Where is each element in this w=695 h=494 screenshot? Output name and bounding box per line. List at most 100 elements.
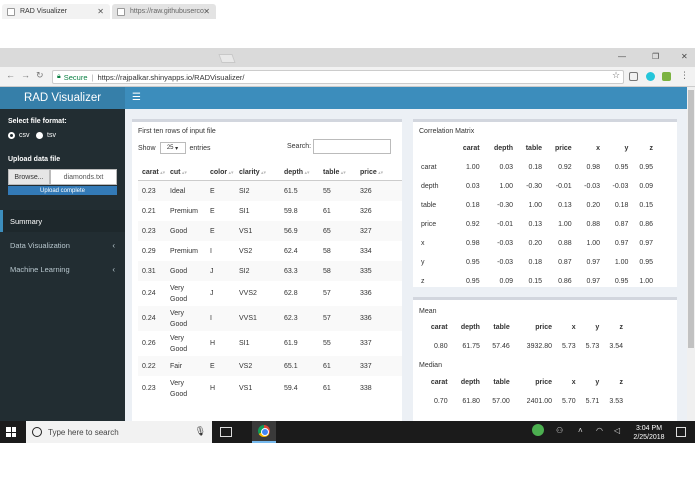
stats-column-header: carat	[430, 324, 448, 331]
windows-start-icon[interactable]	[6, 427, 16, 437]
table-cell: Very Good	[170, 284, 188, 303]
clock-time: 3:04 PM	[635, 425, 663, 432]
browse-button[interactable]: Browse...	[8, 169, 50, 185]
taskbar-clock[interactable]: 3:04 PM 2/25/2018	[626, 424, 672, 442]
browser-tab-active[interactable]: RAD Visualizer ✕	[2, 4, 110, 19]
correlation-cell: -0.30	[526, 183, 543, 190]
secure-label: Secure	[63, 72, 88, 82]
correlation-cell: 1.00	[558, 221, 572, 228]
forward-icon[interactable]: →	[21, 70, 30, 80]
table-cell: 62.3	[284, 315, 298, 322]
notifications-icon[interactable]	[676, 427, 686, 437]
hamburger-icon[interactable]: ☰	[132, 92, 141, 103]
correlation-cell: 0.20	[528, 240, 543, 247]
back-icon[interactable]: ←	[6, 70, 15, 80]
table-cell: 63.3	[284, 267, 298, 275]
correlation-cell: 0.98	[586, 164, 601, 171]
stats-column-header: x	[571, 379, 576, 386]
mean-title: Mean	[419, 308, 437, 315]
correlation-cell: 0.87	[558, 259, 572, 266]
extension-icon[interactable]	[662, 72, 671, 81]
correlation-row-label: table	[421, 202, 437, 209]
correlation-cell: 0.95	[639, 164, 653, 171]
menu-item-machine-learning[interactable]: Machine Learning ‹	[0, 258, 125, 280]
maximize-icon[interactable]: ❐	[652, 52, 659, 61]
extension-icon[interactable]	[629, 72, 638, 81]
correlation-cell: -0.03	[497, 240, 514, 247]
table-cell: 327	[360, 227, 372, 235]
stats-column-header: price	[535, 379, 552, 386]
correlation-cell: 0.18	[614, 202, 629, 209]
taskbar-search-box[interactable]: Type here to search 🎙︎	[26, 421, 212, 443]
table-cell: VS2	[239, 247, 253, 255]
table-cell: 56.9	[284, 227, 298, 235]
table-cell: 336	[360, 315, 372, 322]
tab-close-icon[interactable]: ✕	[97, 7, 104, 16]
correlation-cell: 0.18	[528, 164, 543, 171]
window-close-icon[interactable]: ✕	[681, 52, 688, 61]
people-icon[interactable]: ⚇	[556, 426, 563, 435]
column-header-price[interactable]: price	[358, 169, 402, 176]
radio-csv[interactable]: csv	[8, 132, 30, 139]
column-header-carat[interactable]: carat	[138, 169, 168, 176]
column-header-depth[interactable]: depth	[282, 169, 321, 176]
upload-progress-bar: Upload complete	[8, 186, 117, 195]
table-cell: Fair	[170, 362, 183, 370]
app-logo: RAD Visualizer	[0, 87, 125, 109]
table-cell: SI1	[239, 207, 250, 215]
chevron-up-icon[interactable]: ˄	[578, 426, 583, 435]
tray-app-icon[interactable]	[532, 424, 544, 436]
correlation-cell: 0.03	[465, 183, 480, 190]
task-view-icon[interactable]	[220, 427, 232, 437]
radio-unselected-icon	[36, 132, 43, 139]
correlation-title: Correlation Matrix	[419, 128, 475, 135]
browser-tab-strip	[0, 48, 695, 67]
column-header-cut[interactable]: cut	[168, 169, 208, 176]
column-header-color[interactable]: color	[208, 169, 237, 176]
table-cell: SI2	[239, 267, 250, 275]
radio-tsv[interactable]: tsv	[36, 132, 56, 139]
column-header-table[interactable]: table	[321, 169, 358, 176]
correlation-cell: 0.97	[586, 259, 601, 266]
bookmark-star-icon[interactable]: ☆	[612, 70, 620, 81]
correlation-cell: 0.15	[639, 202, 653, 209]
table-cell: E	[210, 362, 215, 370]
table-cell: 62.8	[284, 290, 298, 297]
address-bar[interactable]: 🔒︎ Secure | https://rajpalkar.shinyapps.…	[52, 70, 624, 84]
wifi-icon[interactable]: ◠	[596, 426, 603, 435]
table-header-row: caratcutcolorclaritydepthtableprice	[138, 164, 402, 181]
table-cell: Very Good	[170, 309, 188, 328]
correlation-cell: 0.13	[528, 221, 543, 228]
correlation-cell: 0.87	[614, 221, 629, 228]
entries-select[interactable]: 25 ▾	[159, 142, 186, 154]
correlation-cell: 0.18	[528, 259, 543, 266]
table-cell: 61	[323, 207, 331, 215]
sidebar: Select file format: csv tsv Upload data …	[0, 109, 125, 421]
column-header-clarity[interactable]: clarity	[237, 169, 282, 176]
reload-icon[interactable]: ↻	[36, 70, 44, 81]
new-tab-button[interactable]	[218, 54, 236, 63]
extension-icon[interactable]	[646, 72, 655, 81]
table-cell: 0.23	[142, 385, 156, 392]
radio-label: csv	[19, 132, 30, 139]
browser-tab-inactive[interactable]: https://raw.githubuserco ✕	[112, 4, 216, 19]
entries-label: entries	[189, 144, 211, 152]
tab-close-icon[interactable]: ✕	[203, 7, 210, 16]
correlation-row: price 0.92 -0.01 0.13 1.00 0.88 0.87 0.86	[421, 216, 653, 233]
menu-item-data-visualization[interactable]: Data Visualization ‹	[0, 234, 125, 256]
table-cell: 61.5	[284, 187, 298, 195]
chrome-taskbar-button[interactable]	[252, 421, 276, 443]
correlation-cell: 0.92	[558, 164, 572, 171]
scrollbar-thumb[interactable]	[688, 90, 694, 348]
menu-item-summary[interactable]: Summary	[0, 210, 125, 232]
browser-menu-icon[interactable]: ⋮	[680, 70, 689, 81]
stats-cell: 5.73	[562, 343, 576, 350]
microphone-icon[interactable]: 🎙︎	[195, 426, 206, 437]
stats-row: 0.80 61.75 57.46 3932.80 5.73 5.73 3.54	[421, 338, 623, 355]
volume-icon[interactable]: ◁	[614, 426, 620, 435]
minimize-icon[interactable]: —	[618, 52, 626, 61]
table-row: 0.26 Very Good H SI1 61.9 55 337	[138, 331, 402, 356]
table-row: 0.31 Good J SI2 63.3 58 335	[138, 261, 402, 281]
table-row: 0.24 Very Good J VVS2 62.8 57 336	[138, 281, 402, 306]
search-input[interactable]	[313, 139, 391, 154]
